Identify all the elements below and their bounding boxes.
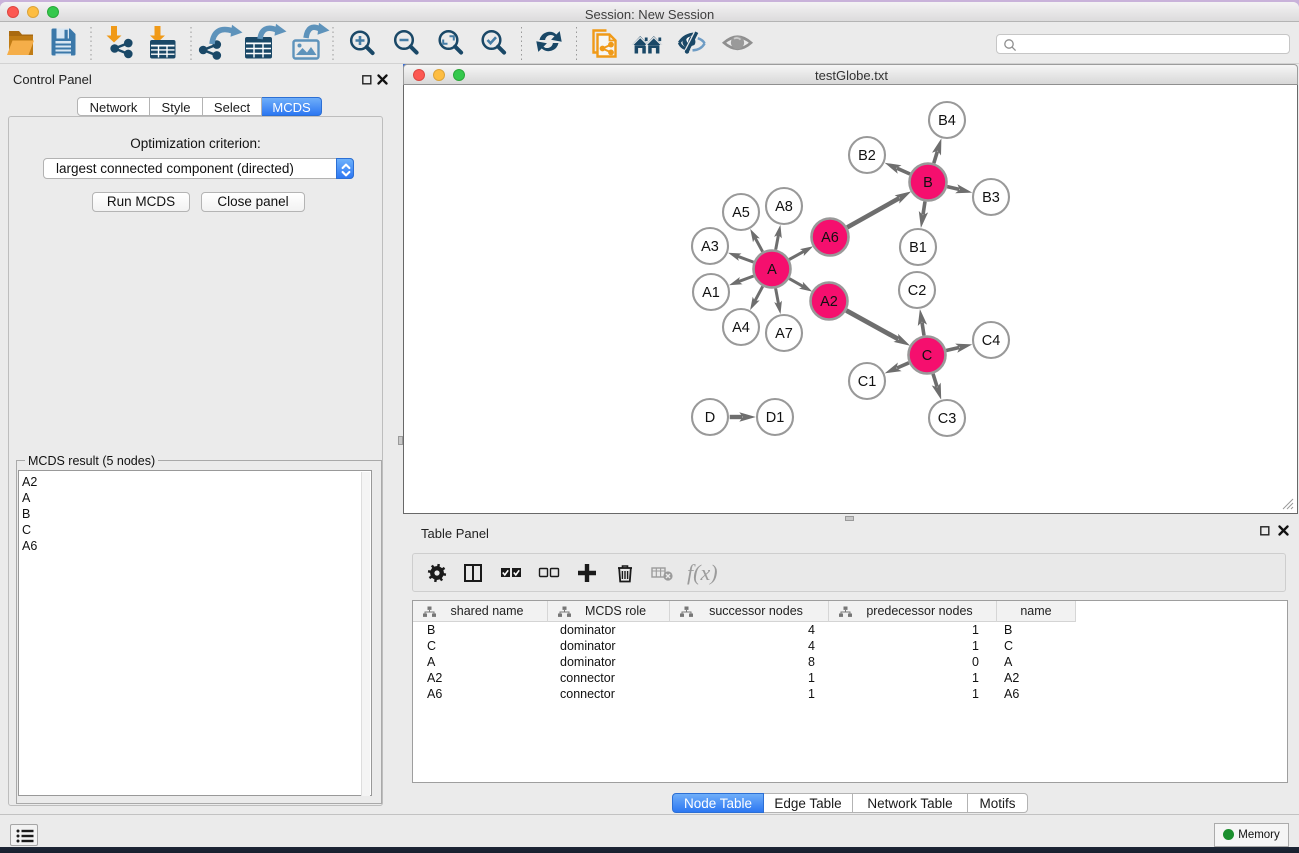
svg-text:B: B xyxy=(923,175,933,191)
svg-text:D: D xyxy=(705,410,715,426)
svg-text:C4: C4 xyxy=(982,333,1001,349)
svg-text:C: C xyxy=(922,348,932,364)
svg-text:C2: C2 xyxy=(908,283,927,299)
svg-text:B3: B3 xyxy=(982,190,1000,206)
svg-text:C1: C1 xyxy=(858,374,877,390)
svg-text:A1: A1 xyxy=(702,285,720,301)
svg-text:A: A xyxy=(767,262,777,278)
svg-text:C3: C3 xyxy=(938,411,957,427)
svg-text:A2: A2 xyxy=(820,294,838,310)
svg-text:D1: D1 xyxy=(766,410,785,426)
svg-text:B4: B4 xyxy=(938,113,956,129)
svg-text:B2: B2 xyxy=(858,148,876,164)
svg-text:B1: B1 xyxy=(909,240,927,256)
svg-text:A4: A4 xyxy=(732,320,750,336)
svg-text:A7: A7 xyxy=(775,326,793,342)
svg-text:A3: A3 xyxy=(701,239,719,255)
svg-text:A5: A5 xyxy=(732,205,750,221)
svg-text:A6: A6 xyxy=(821,230,839,246)
svg-text:A8: A8 xyxy=(775,199,793,215)
